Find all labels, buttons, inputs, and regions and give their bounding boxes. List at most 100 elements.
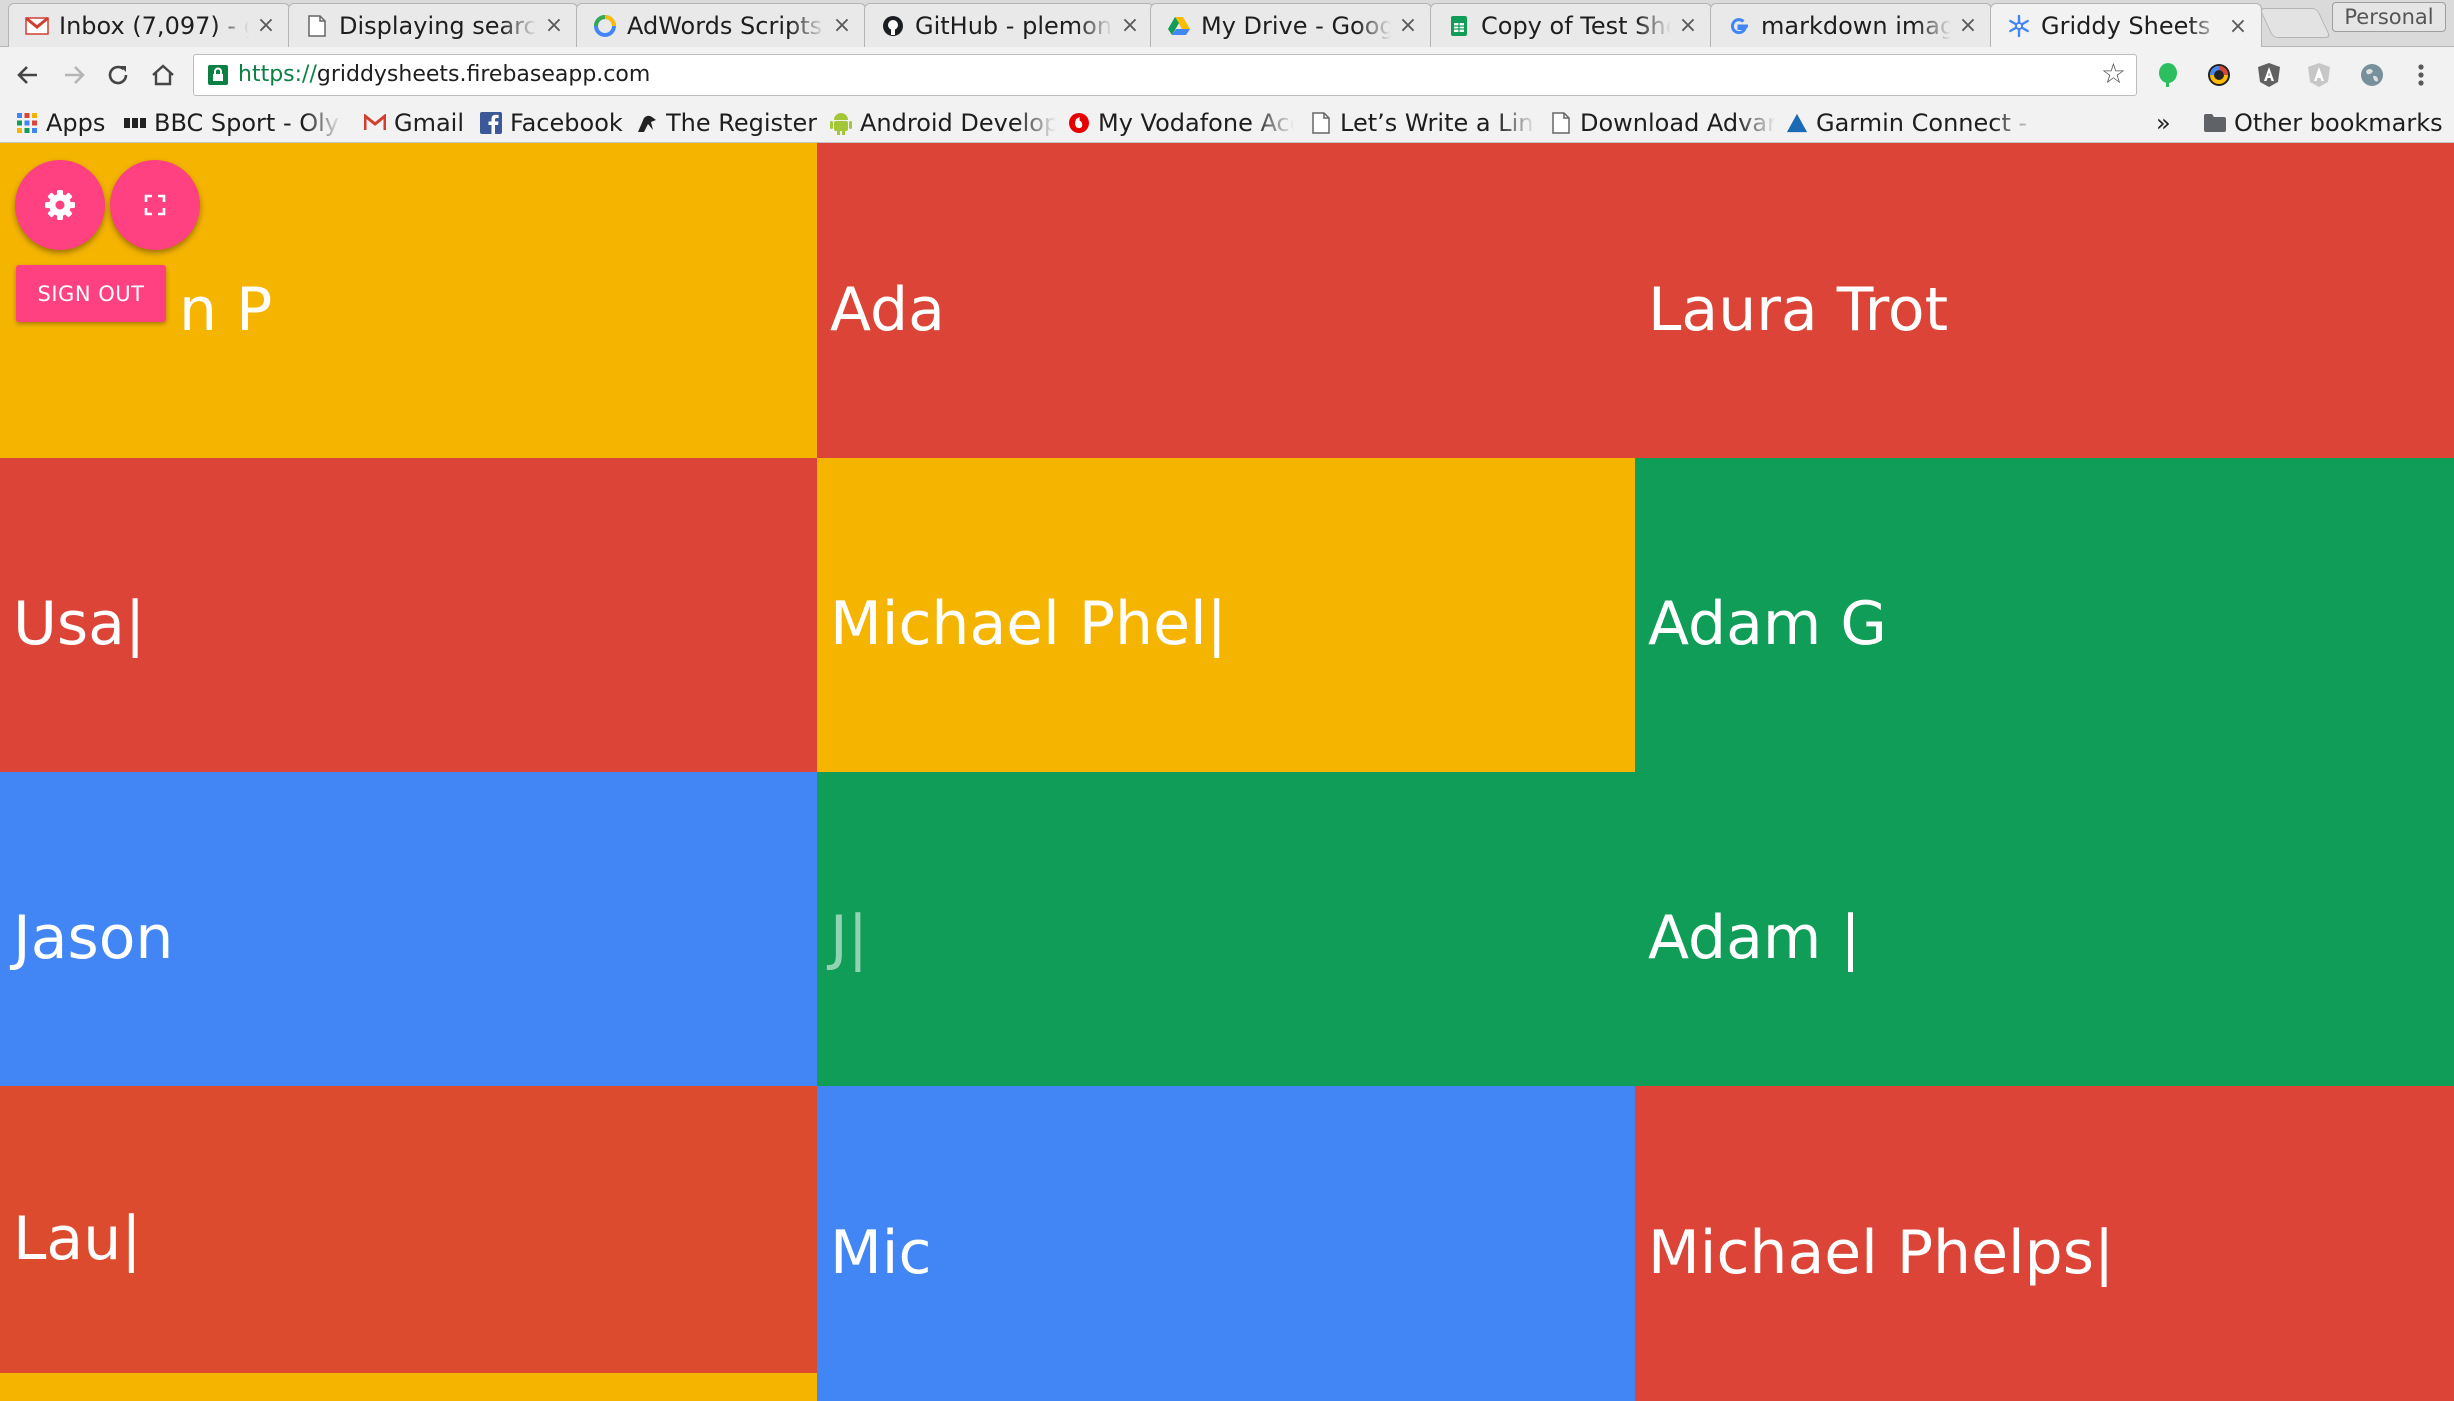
bookmarks-bar: Apps BBC Sport - Olym Gmail Facebook The… [0,103,2454,143]
tab-label: Griddy Sheets [2041,12,2211,40]
profile-button[interactable]: Personal [2332,2,2446,32]
griddy-sheets-app: n P Ada Laura Trot Usa| Michael Phel| Ad… [0,143,2454,1401]
grid-cell-r3c1[interactable]: Jason [0,772,817,1086]
cell-text[interactable]: Mic [830,1218,931,1288]
chevron-double-right-icon: » [2156,109,2171,137]
bookmark-apps[interactable]: Apps [16,107,105,139]
close-icon[interactable]: × [831,13,853,38]
bookmark-download-advanced[interactable]: Download Advan [1550,107,1776,139]
evernote-extension-icon[interactable] [2152,59,2184,91]
other-bookmarks-folder[interactable]: Other bookmarks [2204,107,2443,139]
angular-extension-icon[interactable] [2253,59,2285,91]
bookmark-label: Other bookmarks [2234,109,2443,137]
cell-text[interactable]: Lau| [13,1204,141,1274]
close-icon[interactable]: × [1119,13,1141,38]
gear-icon [45,190,75,220]
grid-cell-r4c3[interactable]: Michael Phelps| [1635,1086,2454,1401]
tab-label: Displaying search [339,11,537,40]
tab-displaying-search[interactable]: Displaying search × [288,3,578,47]
bookmark-facebook[interactable]: Facebook [480,107,623,139]
google-icon [1727,14,1751,38]
close-icon[interactable]: × [543,13,565,38]
bookmark-label: Apps [46,109,106,137]
close-icon[interactable]: × [2227,14,2249,39]
url-host: griddysheets.firebaseapp.com [316,62,651,87]
tab-inbox[interactable]: Inbox (7,097) - ga × [8,3,290,47]
bookmark-my-vodafone[interactable]: My Vodafone Acc [1068,107,1294,139]
grid-cell-r2c1[interactable]: Usa| [0,458,817,772]
gmail-icon [364,112,386,134]
github-icon [881,14,905,38]
grid-cell-r2c2[interactable]: Michael Phel| [817,458,1635,772]
bookmark-garmin-connect[interactable]: Garmin Connect - [1786,107,2036,139]
bookmark-bbc-sport[interactable]: BBC Sport - Olym [124,107,342,139]
bookmark-android-developers[interactable]: Android Develop [830,107,1056,139]
reload-button[interactable] [100,57,136,93]
fullscreen-button[interactable] [110,160,200,250]
cell-text[interactable]: Michael Phel| [830,589,1227,659]
close-icon[interactable]: × [1957,13,1979,38]
tab-copy-of-test-sheet[interactable]: Copy of Test She × [1430,3,1712,47]
grid-cell-r3c2[interactable]: J| [817,772,1635,1086]
grid-cell-r4c1[interactable]: Lau| [0,1086,817,1373]
grid-cell-r5c1[interactable] [0,1373,817,1401]
grid-cell-r3c3[interactable]: Adam | [1635,772,2454,1086]
bookmark-star-icon[interactable]: ☆ [2101,60,2126,88]
tab-my-drive[interactable]: My Drive - Googl × [1150,3,1432,47]
grid-cell-r4c2[interactable]: Mic [817,1086,1635,1401]
bookmarks-overflow-button[interactable]: » [2156,107,2171,139]
bookmark-gmail[interactable]: Gmail [364,107,464,139]
bookmark-label: Download Advan [1580,109,1776,137]
grid-cell-r1c2[interactable]: Ada [817,143,1635,458]
bookmark-label: Gmail [394,109,465,137]
fullscreen-icon [144,194,166,216]
close-icon[interactable]: × [1677,13,1699,38]
bookmark-label: Android Develop [860,109,1056,137]
menu-dots-icon[interactable] [2405,59,2437,91]
forward-button[interactable] [56,57,92,93]
back-button[interactable] [10,57,46,93]
tab-markdown-image[interactable]: markdown image × [1710,3,1992,47]
cell-text[interactable]: Jason [13,903,173,973]
url-scheme: https:// [238,62,317,87]
settings-button[interactable] [15,160,105,250]
close-icon[interactable]: × [255,13,277,38]
grid-cell-r1c3[interactable]: Laura Trot [1635,143,2454,458]
new-tab-button[interactable] [2259,8,2331,38]
tab-label: GitHub - plemon [915,11,1113,40]
cell-text[interactable]: Ada [830,275,945,345]
sheets-icon [1447,14,1471,38]
globe-extension-icon[interactable] [2356,59,2388,91]
home-button[interactable] [145,57,181,93]
cell-text[interactable]: Adam | [1648,903,1861,973]
bookmark-label: The Register [666,109,818,137]
vodafone-icon [1068,112,1090,134]
bbc-icon [124,112,146,134]
tab-github[interactable]: GitHub - plemon × [864,3,1154,47]
tab-label: Inbox (7,097) - ga [59,11,249,40]
tab-griddy-sheets[interactable]: Griddy Sheets × [1990,3,2262,48]
apps-grid-icon [16,112,38,134]
cell-text[interactable]: Usa| [13,589,145,659]
adwords-icon [593,14,617,38]
grid-cell-r2c3[interactable]: Adam G [1635,458,2454,772]
url-text: https://griddysheets.firebaseapp.com [238,62,650,87]
tab-label: AdWords Scripts [627,11,823,40]
tab-label: Copy of Test She [1481,11,1671,40]
tab-label: My Drive - Googl [1201,11,1391,40]
back-arrow-icon [17,66,37,84]
cell-text[interactable]: Adam G [1648,589,1887,659]
tab-adwords-scripts[interactable]: AdWords Scripts × [576,3,866,47]
browser-toolbar: https://griddysheets.firebaseapp.com ☆ [0,47,2454,103]
cell-text[interactable]: Laura Trot [1648,275,1948,345]
address-bar[interactable]: https://griddysheets.firebaseapp.com ☆ [193,54,2137,96]
close-icon[interactable]: × [1397,13,1419,38]
sign-out-button[interactable]: SIGN OUT [16,265,166,322]
cell-text[interactable]: Michael Phelps| [1648,1218,2114,1288]
bookmark-lets-write-a-linux[interactable]: Let’s Write a Linu [1310,107,1536,139]
angular-disabled-extension-icon[interactable] [2303,59,2335,91]
bookmark-the-register[interactable]: The Register [636,107,817,139]
color-picker-extension-icon[interactable] [2203,59,2235,91]
cell-text[interactable]: J| [830,903,868,973]
drive-icon [1167,14,1191,38]
